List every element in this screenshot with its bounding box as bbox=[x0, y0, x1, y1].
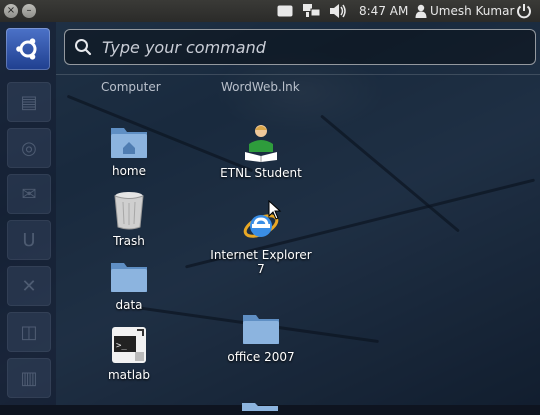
search-icon bbox=[75, 39, 92, 56]
launcher-item-trash[interactable]: ▥ bbox=[7, 358, 51, 398]
top-panel: × – 8:47 AM Umesh Kumar bbox=[0, 0, 540, 22]
result-item-matlab[interactable]: >_ matlab bbox=[74, 326, 184, 382]
result-item-home[interactable]: home bbox=[74, 124, 184, 178]
browser-icon: ◎ bbox=[21, 137, 37, 159]
software-center-icon: U bbox=[22, 229, 36, 251]
workspaces-icon: ◫ bbox=[20, 321, 38, 343]
search-bar[interactable]: Type your command bbox=[64, 29, 536, 65]
item-label: Trash bbox=[113, 234, 145, 248]
network-icon bbox=[303, 4, 321, 17]
mouse-pointer-icon bbox=[268, 200, 282, 220]
keyboard-icon bbox=[277, 5, 293, 17]
files-icon: ▤ bbox=[20, 91, 38, 113]
result-item-internet-explorer[interactable]: Internet Explorer 7 bbox=[206, 208, 316, 276]
item-label: data bbox=[115, 298, 143, 312]
launcher-item-mail[interactable]: ✉ bbox=[7, 174, 51, 214]
close-button[interactable]: × bbox=[4, 4, 18, 18]
item-label: matlab bbox=[107, 368, 151, 382]
result-item-partial[interactable] bbox=[240, 396, 280, 415]
home-folder-icon bbox=[111, 128, 147, 158]
minimize-icon: – bbox=[26, 5, 32, 16]
power-icon bbox=[517, 4, 531, 19]
result-item-etnl-student[interactable]: ETNL Student bbox=[206, 122, 316, 180]
user-name: Umesh Kumar bbox=[430, 4, 515, 18]
settings-icon: ✕ bbox=[21, 275, 37, 297]
clock[interactable]: 8:47 AM bbox=[359, 3, 408, 19]
launcher-item-settings[interactable]: ✕ bbox=[7, 266, 51, 306]
trash-icon bbox=[114, 192, 144, 230]
user-icon bbox=[415, 4, 427, 18]
launcher-item-browser[interactable]: ◎ bbox=[7, 128, 51, 168]
svg-text:>_: >_ bbox=[116, 341, 127, 351]
volume-icon bbox=[330, 4, 346, 18]
launcher: ▤ ◎ ✉ U ✕ ◫ ▥ bbox=[0, 22, 56, 405]
dash-home-button[interactable] bbox=[6, 28, 50, 70]
matlab-icon: >_ bbox=[112, 327, 146, 363]
launcher-item-files[interactable]: ▤ bbox=[7, 82, 51, 122]
volume-indicator[interactable] bbox=[329, 3, 347, 19]
minimize-button[interactable]: – bbox=[22, 4, 36, 18]
trash-launcher-icon: ▥ bbox=[20, 367, 38, 389]
network-indicator[interactable] bbox=[302, 3, 322, 19]
keyboard-indicator[interactable] bbox=[277, 3, 293, 19]
student-icon bbox=[245, 125, 277, 162]
launcher-item-software-center[interactable]: U bbox=[7, 220, 51, 260]
mail-icon: ✉ bbox=[21, 183, 37, 205]
search-input[interactable]: Type your command bbox=[102, 38, 266, 57]
folder-icon bbox=[242, 403, 278, 411]
ubuntu-logo-icon bbox=[16, 38, 37, 60]
result-item-office-2007[interactable]: office 2007 bbox=[206, 312, 316, 364]
close-icon: × bbox=[6, 5, 16, 16]
item-label: home bbox=[111, 164, 147, 178]
folder-icon bbox=[111, 263, 147, 292]
launcher-item-workspaces[interactable]: ◫ bbox=[7, 312, 51, 352]
dash-overlay: Type your command Computer WordWeb.lnk h… bbox=[56, 22, 540, 411]
item-label: Internet Explorer 7 bbox=[210, 248, 312, 276]
folder-icon bbox=[243, 315, 279, 344]
item-label: ETNL Student bbox=[220, 166, 302, 180]
section-label-wordweb: WordWeb.lnk bbox=[221, 80, 300, 94]
section-label-computer: Computer bbox=[101, 80, 161, 94]
result-item-data[interactable]: data bbox=[74, 260, 184, 312]
item-label: office 2007 bbox=[227, 350, 295, 364]
result-item-trash[interactable]: Trash bbox=[74, 190, 184, 248]
user-indicator[interactable]: Umesh Kumar bbox=[415, 3, 514, 19]
session-indicator[interactable] bbox=[516, 3, 532, 19]
